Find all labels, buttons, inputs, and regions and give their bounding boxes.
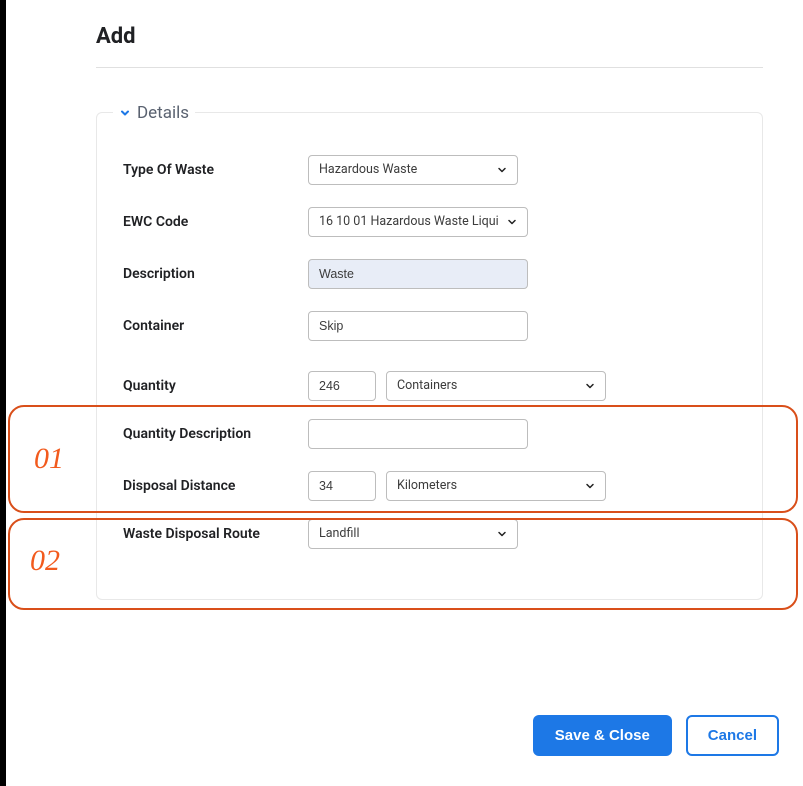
row-ewc-code: EWC Code 16 10 01 Hazardous Waste Liqui: [123, 207, 736, 237]
chevron-down-icon: [119, 107, 131, 119]
row-quantity-desc: Quantity Description: [123, 419, 736, 449]
details-panel: Details Type Of Waste Hazardous Waste EW…: [96, 112, 763, 600]
select-wrap-disposal-route: Landfill: [308, 519, 518, 549]
panel-header-label: Details: [137, 103, 189, 123]
input-container[interactable]: [308, 311, 528, 341]
select-wrap-type-of-waste: Hazardous Waste: [308, 155, 518, 185]
input-quantity-desc[interactable]: [308, 419, 528, 449]
select-quantity-unit[interactable]: Containers: [386, 371, 606, 401]
select-disposal-unit[interactable]: Kilometers: [386, 471, 606, 501]
label-ewc-code: EWC Code: [123, 214, 308, 230]
save-and-close-button[interactable]: Save & Close: [533, 715, 672, 756]
row-quantity: Quantity Containers: [123, 371, 736, 401]
select-wrap-disposal-unit: Kilometers: [386, 471, 606, 501]
cancel-button[interactable]: Cancel: [686, 715, 779, 756]
quantity-group: Containers: [308, 371, 606, 401]
panel-header[interactable]: Details: [113, 103, 195, 123]
label-description: Description: [123, 266, 308, 282]
select-ewc-code[interactable]: 16 10 01 Hazardous Waste Liqui: [308, 207, 528, 237]
form-body: Type Of Waste Hazardous Waste EWC Code 1…: [123, 155, 736, 549]
row-description: Description: [123, 259, 736, 289]
label-type-of-waste: Type Of Waste: [123, 162, 308, 178]
row-disposal-distance: Disposal Distance Kilometers: [123, 471, 736, 501]
row-container: Container: [123, 311, 736, 341]
label-quantity: Quantity: [123, 378, 308, 394]
input-quantity[interactable]: [308, 371, 376, 401]
footer-actions: Save & Close Cancel: [533, 715, 779, 756]
input-description[interactable]: [308, 259, 528, 289]
row-disposal-route: Waste Disposal Route Landfill: [123, 519, 736, 549]
select-wrap-quantity-unit: Containers: [386, 371, 606, 401]
disposal-distance-group: Kilometers: [308, 471, 606, 501]
label-disposal-distance: Disposal Distance: [123, 478, 308, 494]
row-type-of-waste: Type Of Waste Hazardous Waste: [123, 155, 736, 185]
select-disposal-route[interactable]: Landfill: [308, 519, 518, 549]
input-disposal-distance[interactable]: [308, 471, 376, 501]
select-type-of-waste[interactable]: Hazardous Waste: [308, 155, 518, 185]
label-container: Container: [123, 318, 308, 334]
title-divider: [96, 67, 763, 68]
label-quantity-desc: Quantity Description: [123, 426, 308, 442]
page-container: Add Details Type Of Waste Hazardous Wast…: [6, 0, 803, 786]
label-disposal-route: Waste Disposal Route: [123, 526, 308, 542]
page-title: Add: [96, 24, 763, 49]
select-wrap-ewc-code: 16 10 01 Hazardous Waste Liqui: [308, 207, 528, 237]
